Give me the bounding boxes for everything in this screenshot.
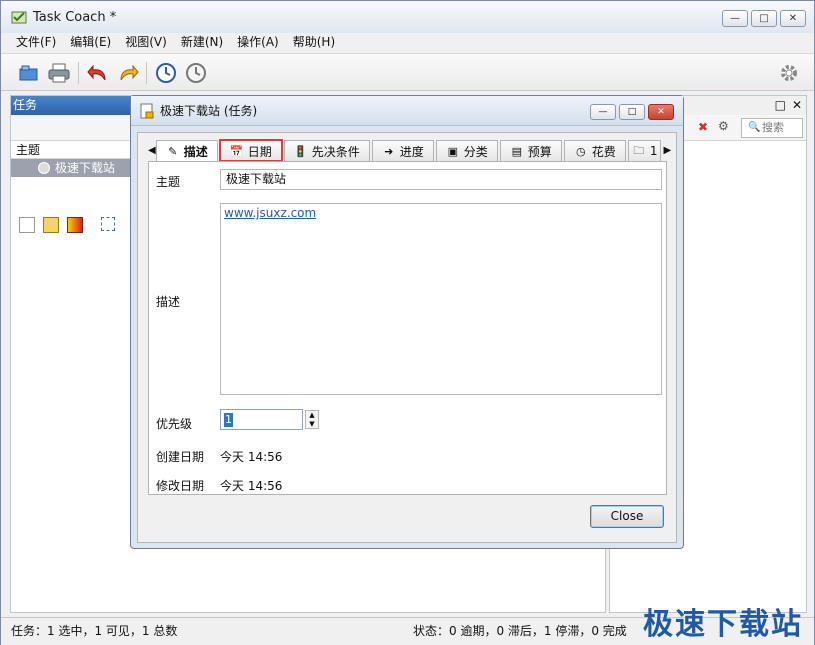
task-status-icon: [38, 162, 50, 174]
menu-bar: 文件(F) 编辑(E) 视图(V) 新建(N) 操作(A) 帮助(H): [1, 33, 814, 49]
clock-icon: ◷: [575, 144, 586, 158]
tab-effort[interactable]: ◷ 花费: [563, 140, 626, 161]
tab-prerequisites[interactable]: 🚦 先决条件: [283, 140, 370, 161]
description-tab-panel: 主题 极速下载站 描述 www.jsuxz.com 优先级 1 ▲ ▼ 创建日期 …: [148, 161, 667, 495]
clock-start-icon[interactable]: [154, 61, 178, 85]
spreadsheet-icon: ▤: [511, 144, 522, 158]
tab-notes[interactable]: 🗀 1: [627, 140, 662, 161]
menu-file[interactable]: 文件(F): [16, 33, 56, 49]
menu-new[interactable]: 新建(N): [181, 33, 223, 49]
maximize-button[interactable]: □: [751, 10, 777, 27]
tab-dates[interactable]: 📅 日期: [218, 139, 283, 162]
created-value: 今天 14:56: [220, 450, 283, 464]
close-button[interactable]: Close: [590, 505, 664, 528]
description-link[interactable]: www.jsuxz.com: [224, 206, 316, 220]
new-subtask-icon[interactable]: [43, 217, 59, 233]
priority-input[interactable]: 1: [220, 409, 303, 430]
tab-scroll-left-icon[interactable]: ◀: [148, 140, 156, 161]
tab-description[interactable]: ✎ 描述: [155, 140, 218, 161]
color-icon[interactable]: [67, 217, 83, 233]
traffic-light-icon: 🚦: [293, 144, 308, 158]
task-icon: [140, 103, 154, 118]
menu-view[interactable]: 视图(V): [125, 33, 167, 49]
modified-value: 今天 14:56: [220, 479, 283, 493]
description-label: 描述: [156, 295, 181, 309]
dialog-controls: — □ ✕: [590, 104, 674, 120]
filter-icon[interactable]: ⚙: [718, 119, 729, 133]
dialog-title: 极速下载站 (任务): [160, 104, 258, 118]
menu-actions[interactable]: 操作(A): [237, 33, 279, 49]
close-window-button[interactable]: ✕: [780, 10, 806, 27]
subject-label: 主题: [156, 175, 181, 189]
category-icon: ▣: [447, 144, 458, 158]
new-task-icon[interactable]: [19, 217, 35, 233]
created-label: 创建日期: [156, 450, 205, 464]
priority-spinner[interactable]: ▲ ▼: [305, 410, 319, 429]
note-icon: 🗀: [633, 143, 645, 157]
tab-categories[interactable]: ▣ 分类: [435, 140, 498, 161]
settings-icon[interactable]: [777, 61, 801, 85]
priority-label: 优先级: [156, 417, 193, 431]
undo-icon[interactable]: [86, 61, 110, 85]
minimize-button[interactable]: —: [722, 10, 748, 27]
app-title: Task Coach *: [33, 9, 117, 25]
tab-scroll-right-icon[interactable]: ▶: [663, 140, 671, 161]
redo-icon[interactable]: [116, 61, 140, 85]
delete-icon[interactable]: ✖: [698, 120, 708, 134]
dialog-maximize-button[interactable]: □: [619, 104, 645, 120]
subject-field[interactable]: 极速下载站: [220, 169, 662, 190]
description-textarea[interactable]: www.jsuxz.com: [220, 203, 662, 395]
task-editor-dialog: 极速下载站 (任务) — □ ✕ ◀ ✎ 描述 📅 日期 🚦 先决条件 ➜ 进度 ▣ 分类…: [130, 95, 684, 549]
window-controls: — □ ✕: [722, 10, 806, 27]
menu-help[interactable]: 帮助(H): [293, 33, 335, 49]
open-icon[interactable]: [17, 61, 41, 85]
tab-progress[interactable]: ➜ 进度: [371, 140, 434, 161]
clock-stop-icon[interactable]: [184, 61, 208, 85]
status-left: 任务：1 选中，1 可见，1 总数: [11, 624, 178, 638]
watermark-text: 极速下载站: [643, 607, 803, 642]
search-icon: 🔍: [748, 122, 761, 133]
tab-strip: ◀ ✎ 描述 📅 日期 🚦 先决条件 ➜ 进度 ▣ 分类 ▤ 预算 ◷ 花费 🗀 1 ▶: [148, 139, 671, 162]
float-panel-button[interactable]: □: [775, 96, 786, 115]
pencil-icon: ✎: [168, 144, 178, 158]
dialog-title-bar: 极速下载站 (任务) — □ ✕: [131, 96, 683, 126]
select-all-icon[interactable]: [101, 217, 115, 231]
task-coach-icon: [11, 11, 27, 24]
title-bar: Task Coach * — □ ✕: [1, 1, 814, 33]
dialog-minimize-button[interactable]: —: [590, 104, 616, 120]
priority-value: 1: [224, 413, 233, 427]
arrow-right-icon: ➜: [384, 144, 394, 158]
calendar-icon: 📅: [229, 144, 244, 158]
dialog-body: ◀ ✎ 描述 📅 日期 🚦 先决条件 ➜ 进度 ▣ 分类 ▤ 预算 ◷ 花费 🗀 1 ▶ 主题 …: [137, 132, 677, 543]
status-right: 状态：0 逾期，0 滞后，1 停滞，0 完成: [413, 624, 627, 638]
dialog-close-x-button[interactable]: ✕: [648, 104, 674, 120]
print-icon[interactable]: [47, 61, 71, 85]
task-name: 极速下载站: [55, 161, 116, 175]
close-panel-button[interactable]: ✕: [792, 96, 802, 115]
menu-edit[interactable]: 编辑(E): [70, 33, 111, 49]
tab-budget[interactable]: ▤ 预算: [499, 140, 562, 161]
main-toolbar: [1, 53, 814, 91]
modified-label: 修改日期: [156, 479, 205, 493]
